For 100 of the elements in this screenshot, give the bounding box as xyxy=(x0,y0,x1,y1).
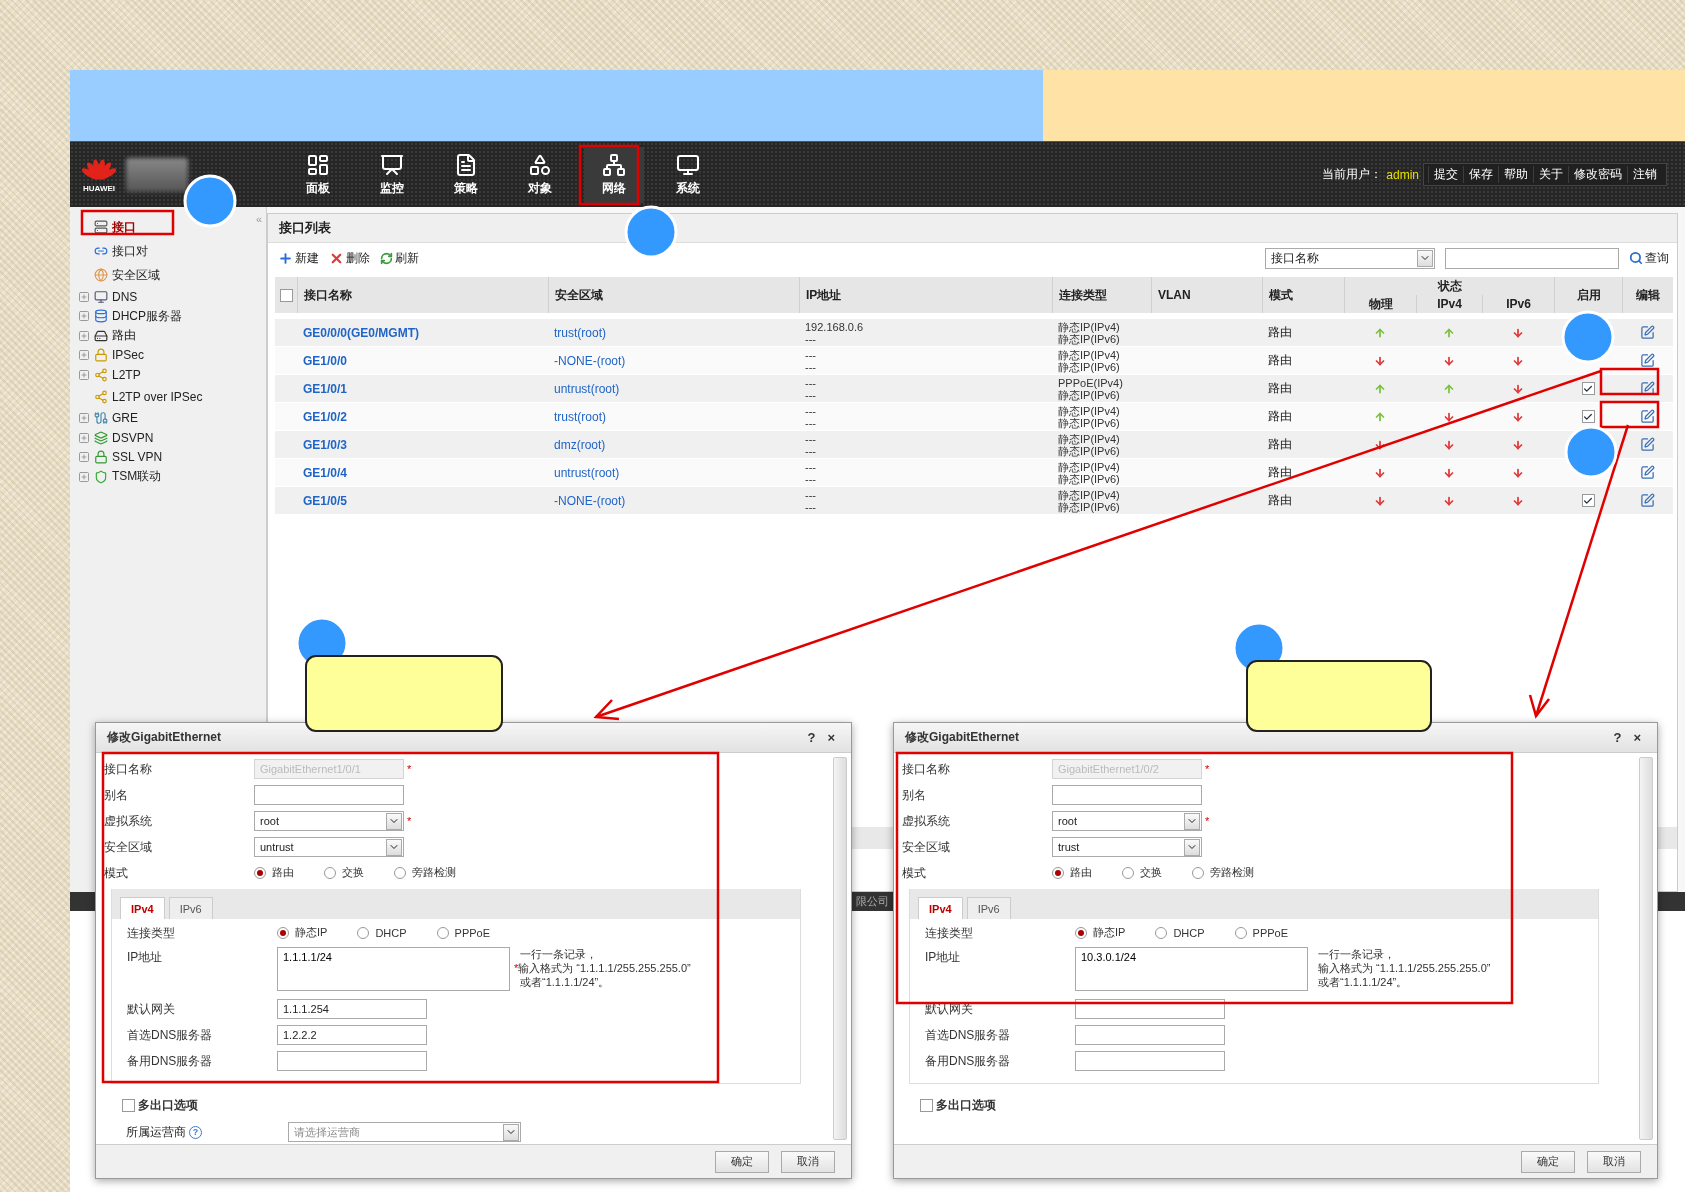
radio-option[interactable]: 交换 xyxy=(324,865,364,880)
table-row[interactable]: GE1/0/0 -NONE-(root) --- --- 静态IP(IPv4) 静态IP(IPv6) 路由 xyxy=(275,347,1673,375)
checkbox-option[interactable]: 多出口选项 xyxy=(920,1096,1629,1114)
help-button[interactable]: ? xyxy=(801,730,822,745)
table-row[interactable]: GE1/0/5 -NONE-(root) --- --- 静态IP(IPv4) 静态IP(IPv6) 路由 xyxy=(275,487,1673,515)
edit-icon[interactable] xyxy=(1640,493,1655,508)
interface-link[interactable]: GE1/0/5 xyxy=(303,493,348,508)
close-button[interactable]: × xyxy=(821,730,841,745)
interface-link[interactable]: GE1/0/3 xyxy=(303,437,348,452)
radio-option[interactable]: 交换 xyxy=(1122,865,1162,880)
dropdown[interactable]: 接口名称 xyxy=(1265,247,1435,269)
text-field[interactable] xyxy=(277,1051,427,1071)
dialog-button[interactable]: 取消 xyxy=(781,1150,835,1173)
dropdown[interactable]: trust xyxy=(1052,837,1202,857)
dialog-button[interactable]: 取消 xyxy=(1587,1150,1641,1173)
zone-link[interactable]: dmz(root) xyxy=(554,437,606,452)
sidebar-item[interactable]: SSL VPN xyxy=(78,447,252,467)
text-area[interactable]: 10.3.0.1/24 xyxy=(1075,947,1308,991)
edit-icon[interactable] xyxy=(1640,465,1655,480)
close-button[interactable]: × xyxy=(1627,730,1647,745)
radio-option[interactable]: 静态IP xyxy=(1075,925,1126,940)
dropdown[interactable]: root xyxy=(1052,811,1202,831)
tab[interactable]: IPv4 xyxy=(120,897,165,919)
zone-link[interactable]: untrust(root) xyxy=(554,381,620,396)
header-link[interactable]: 保存 xyxy=(1463,166,1498,183)
sidebar-item[interactable]: DHCP服务器 xyxy=(78,306,252,326)
header-link[interactable]: 提交 xyxy=(1428,166,1463,183)
help-button[interactable]: ? xyxy=(1607,730,1628,745)
dropdown[interactable]: root xyxy=(254,811,404,831)
sidebar-item[interactable]: 接口对 xyxy=(78,239,252,263)
nav-tab[interactable]: 策略 xyxy=(436,146,496,203)
sidebar-item[interactable]: GRE xyxy=(78,408,252,428)
text-field[interactable]: 1.2.2.2 xyxy=(277,1025,427,1045)
search-field[interactable] xyxy=(1445,247,1619,269)
tab[interactable]: IPv4 xyxy=(918,897,963,919)
dropdown[interactable]: untrust xyxy=(254,837,404,857)
zone-link[interactable]: trust(root) xyxy=(554,325,606,340)
sidebar-item[interactable]: DNS xyxy=(78,287,252,307)
toolbar-button[interactable]: 刷新 xyxy=(380,249,419,267)
sidebar-item[interactable]: DSVPN xyxy=(78,428,252,448)
radio-option[interactable]: 路由 xyxy=(254,865,294,880)
radio-option[interactable]: DHCP xyxy=(1155,925,1205,940)
radio-option[interactable]: 旁路检测 xyxy=(1192,865,1254,880)
radio-option[interactable]: DHCP xyxy=(357,925,407,940)
dialog-button[interactable]: 确定 xyxy=(715,1150,769,1173)
radio-option[interactable]: 静态IP xyxy=(277,925,328,940)
checkbox[interactable] xyxy=(1581,410,1595,423)
table-row[interactable]: GE1/0/1 untrust(root) --- --- PPPoE(IPv4) 静态IP(IPv6) 路由 xyxy=(275,375,1673,403)
scrollbar[interactable] xyxy=(1639,757,1653,1140)
sidebar-item[interactable]: TSM联动 xyxy=(78,467,252,487)
radio-option[interactable]: 路由 xyxy=(1052,865,1092,880)
dialog-button[interactable]: 确定 xyxy=(1521,1150,1575,1173)
checkbox-option[interactable]: 多出口选项 xyxy=(122,1096,823,1114)
tab[interactable]: IPv6 xyxy=(966,897,1011,919)
checkbox[interactable] xyxy=(1581,382,1595,395)
sidebar-item[interactable]: 路由 xyxy=(78,326,252,346)
text-field[interactable] xyxy=(254,785,404,805)
text-area[interactable]: 1.1.1.1/24 xyxy=(277,947,510,991)
tab[interactable]: IPv6 xyxy=(168,897,213,919)
toolbar-button[interactable]: 新建 xyxy=(278,249,319,267)
interface-link[interactable]: GE1/0/4 xyxy=(303,465,348,480)
zone-link[interactable]: -NONE-(root) xyxy=(554,493,626,508)
nav-tab[interactable]: 系统 xyxy=(658,146,718,203)
sidebar-item[interactable]: IPSec xyxy=(78,345,252,365)
checkbox[interactable] xyxy=(279,288,293,302)
zone-link[interactable]: trust(root) xyxy=(554,409,606,424)
scrollbar[interactable] xyxy=(833,757,847,1140)
interface-link[interactable]: GE0/0/0(GE0/MGMT) xyxy=(303,325,420,340)
toolbar-button[interactable]: 删除 xyxy=(329,249,370,267)
dropdown[interactable]: 请选择运营商 xyxy=(288,1122,521,1142)
table-row[interactable]: GE0/0/0(GE0/MGMT) trust(root) 192.168.0.6 --- 静态IP(IPv4) 静态IP(IPv6) 路由 xyxy=(275,319,1673,347)
header-link[interactable]: 关于 xyxy=(1533,166,1568,183)
sidebar-item[interactable]: 安全区域 xyxy=(78,263,252,287)
edit-icon[interactable] xyxy=(1640,381,1655,396)
interface-link[interactable]: GE1/0/1 xyxy=(303,381,348,396)
nav-tab[interactable]: 监控 xyxy=(362,146,422,203)
edit-icon[interactable] xyxy=(1640,325,1655,340)
header-link[interactable]: 注销 xyxy=(1627,166,1662,183)
text-field[interactable] xyxy=(1075,1025,1225,1045)
header-link[interactable]: 帮助 xyxy=(1498,166,1533,183)
nav-tab[interactable]: 面板 xyxy=(288,146,348,203)
nav-tab[interactable]: 网络 xyxy=(584,146,644,203)
edit-icon[interactable] xyxy=(1640,353,1655,368)
nav-tab[interactable]: 对象 xyxy=(510,146,570,203)
text-field[interactable] xyxy=(1052,785,1202,805)
radio-option[interactable]: PPPoE xyxy=(436,925,491,940)
text-field[interactable] xyxy=(1075,999,1225,1019)
zone-link[interactable]: untrust(root) xyxy=(554,465,620,480)
table-row[interactable]: GE1/0/3 dmz(root) --- --- 静态IP(IPv4) 静态IP(IPv6) 路由 xyxy=(275,431,1673,459)
interface-link[interactable]: GE1/0/2 xyxy=(303,409,348,424)
zone-link[interactable]: -NONE-(root) xyxy=(554,353,626,368)
radio-option[interactable]: 旁路检测 xyxy=(394,865,456,880)
edit-icon[interactable] xyxy=(1640,409,1655,424)
text-field[interactable]: 1.1.1.254 xyxy=(277,999,427,1019)
sidebar-item[interactable]: L2TP over IPSec xyxy=(78,384,252,409)
header-link[interactable]: 修改密码 xyxy=(1568,166,1627,183)
interface-link[interactable]: GE1/0/0 xyxy=(303,353,348,368)
sidebar-item[interactable]: L2TP xyxy=(78,365,252,385)
search-button[interactable]: 查询 xyxy=(1629,249,1669,267)
radio-option[interactable]: PPPoE xyxy=(1234,925,1289,940)
